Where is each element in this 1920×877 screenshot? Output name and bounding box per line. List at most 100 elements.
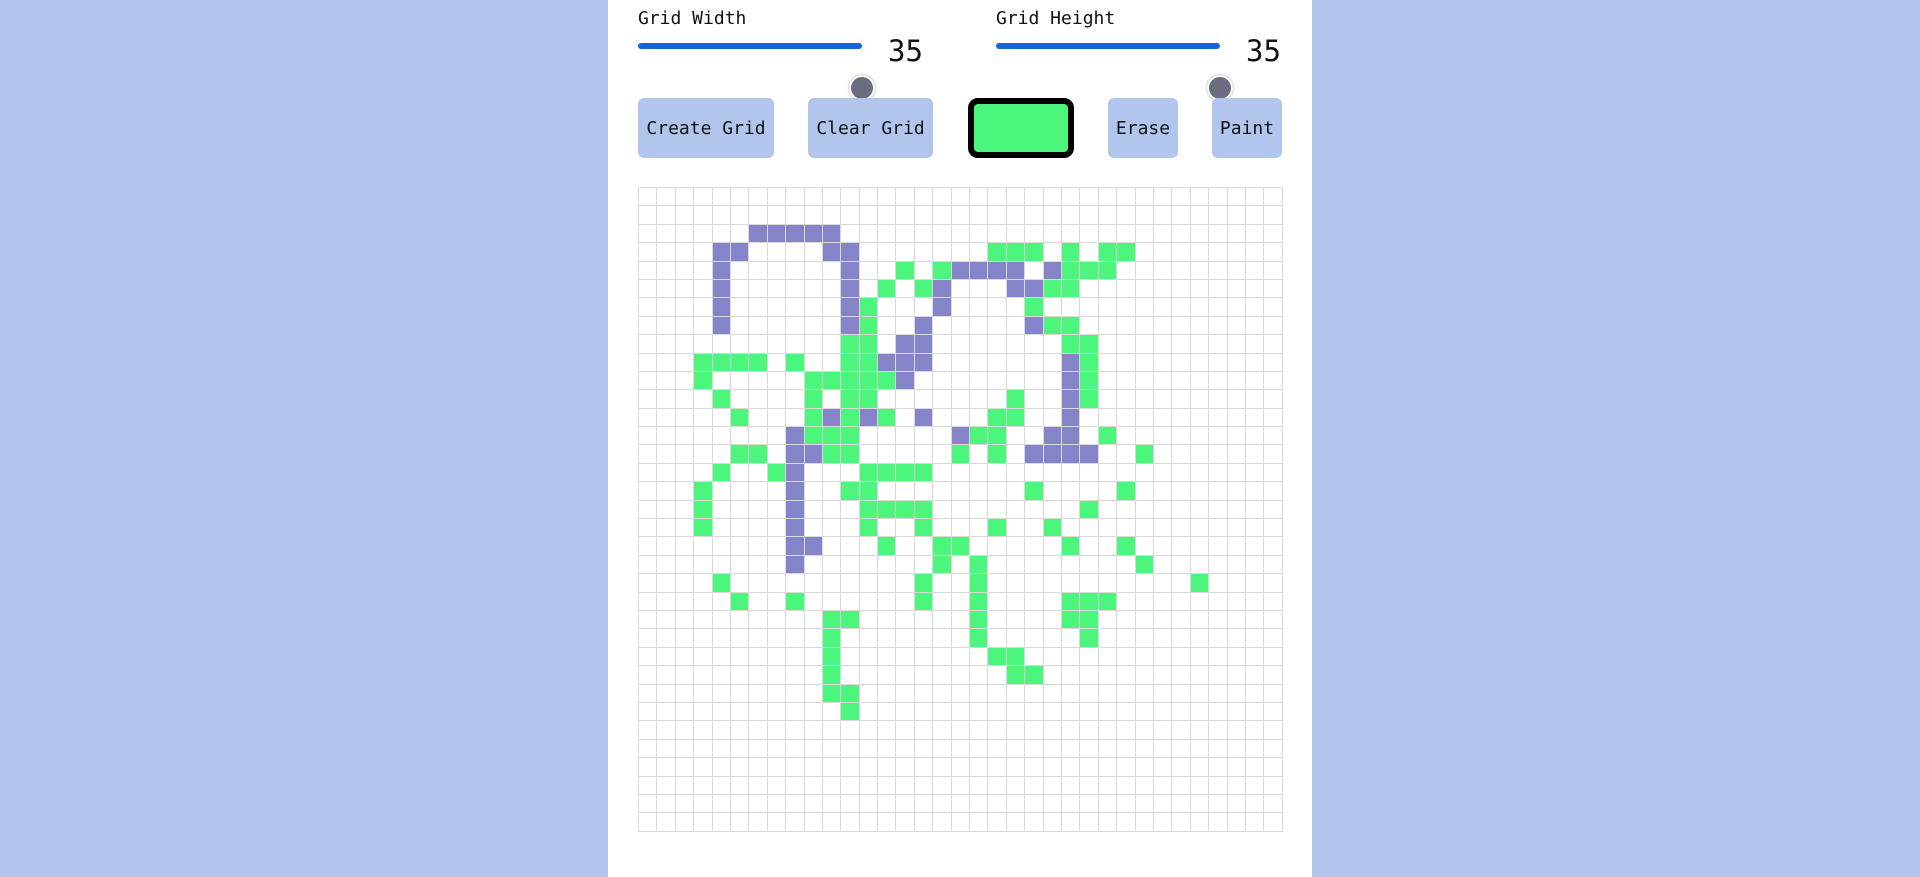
grid-cell[interactable] bbox=[859, 739, 879, 759]
grid-cell[interactable] bbox=[1227, 445, 1246, 464]
grid-cell[interactable] bbox=[1264, 427, 1283, 446]
grid-cell[interactable] bbox=[822, 335, 842, 354]
grid-cell[interactable] bbox=[933, 592, 952, 611]
grid-cell[interactable] bbox=[657, 427, 676, 446]
grid-cell[interactable] bbox=[970, 206, 989, 225]
grid-cell[interactable] bbox=[841, 261, 860, 280]
grid-cell[interactable] bbox=[1043, 408, 1062, 428]
grid-cell[interactable] bbox=[1135, 353, 1154, 372]
grid-cell[interactable] bbox=[730, 739, 750, 759]
grid-cell[interactable] bbox=[1006, 427, 1026, 446]
grid-cell[interactable] bbox=[767, 188, 787, 207]
grid-cell[interactable] bbox=[1098, 776, 1118, 795]
grid-cell[interactable] bbox=[988, 684, 1007, 703]
grid-cell[interactable] bbox=[1098, 427, 1118, 446]
grid-cell[interactable] bbox=[1080, 610, 1099, 630]
grid-cell[interactable] bbox=[1043, 188, 1062, 207]
grid-cell[interactable] bbox=[639, 721, 658, 740]
grid-cell[interactable] bbox=[859, 592, 879, 611]
grid-cell[interactable] bbox=[914, 445, 934, 464]
grid-cell[interactable] bbox=[914, 316, 934, 336]
grid-cell[interactable] bbox=[1153, 610, 1173, 630]
grid-cell[interactable] bbox=[749, 519, 768, 538]
grid-cell[interactable] bbox=[675, 647, 695, 667]
grid-cell[interactable] bbox=[1117, 684, 1136, 703]
grid-cell[interactable] bbox=[1080, 261, 1099, 280]
grid-cell[interactable] bbox=[933, 371, 952, 391]
grid-cell[interactable] bbox=[657, 261, 676, 280]
grid-cell[interactable] bbox=[730, 463, 750, 483]
grid-cell[interactable] bbox=[841, 390, 860, 409]
grid-cell[interactable] bbox=[1117, 243, 1136, 262]
grid-cell[interactable] bbox=[1025, 371, 1044, 391]
grid-cell[interactable] bbox=[896, 243, 915, 262]
grid-cell[interactable] bbox=[1006, 224, 1026, 244]
grid-cell[interactable] bbox=[767, 353, 787, 372]
grid-cell[interactable] bbox=[1227, 666, 1246, 685]
grid-cell[interactable] bbox=[1006, 610, 1026, 630]
grid-cell[interactable] bbox=[730, 279, 750, 299]
grid-cell[interactable] bbox=[749, 813, 768, 832]
grid-cell[interactable] bbox=[822, 758, 842, 777]
grid-cell[interactable] bbox=[712, 243, 731, 262]
grid-cell[interactable] bbox=[951, 758, 971, 777]
grid-cell[interactable] bbox=[1209, 188, 1228, 207]
grid-cell[interactable] bbox=[1172, 592, 1191, 611]
grid-cell[interactable] bbox=[1190, 776, 1210, 795]
grid-cell[interactable] bbox=[1153, 390, 1173, 409]
grid-cell[interactable] bbox=[841, 739, 860, 759]
grid-cell[interactable] bbox=[859, 390, 879, 409]
grid-cell[interactable] bbox=[694, 188, 713, 207]
grid-cell[interactable] bbox=[1190, 739, 1210, 759]
grid-cell[interactable] bbox=[933, 243, 952, 262]
grid-cell[interactable] bbox=[951, 813, 971, 832]
grid-cell[interactable] bbox=[1061, 721, 1081, 740]
grid-cell[interactable] bbox=[1245, 408, 1265, 428]
grid-cell[interactable] bbox=[1227, 316, 1246, 336]
grid-cell[interactable] bbox=[933, 574, 952, 593]
grid-cell[interactable] bbox=[933, 316, 952, 336]
grid-cell[interactable] bbox=[1209, 592, 1228, 611]
grid-cell[interactable] bbox=[1098, 794, 1118, 814]
grid-cell[interactable] bbox=[712, 629, 731, 648]
grid-cell[interactable] bbox=[841, 702, 860, 722]
grid-cell[interactable] bbox=[1025, 298, 1044, 317]
grid-cell[interactable] bbox=[1043, 427, 1062, 446]
grid-cell[interactable] bbox=[878, 500, 897, 520]
grid-cell[interactable] bbox=[804, 684, 823, 703]
grid-cell[interactable] bbox=[988, 408, 1007, 428]
grid-cell[interactable] bbox=[1153, 353, 1173, 372]
grid-cell[interactable] bbox=[804, 702, 823, 722]
grid-cell[interactable] bbox=[1006, 555, 1026, 575]
grid-cell[interactable] bbox=[896, 500, 915, 520]
grid-cell[interactable] bbox=[878, 463, 897, 483]
grid-cell[interactable] bbox=[822, 408, 842, 428]
grid-cell[interactable] bbox=[694, 702, 713, 722]
grid-cell[interactable] bbox=[1061, 408, 1081, 428]
grid-cell[interactable] bbox=[767, 482, 787, 501]
grid-cell[interactable] bbox=[1227, 555, 1246, 575]
grid-cell[interactable] bbox=[1172, 445, 1191, 464]
grid-cell[interactable] bbox=[1190, 482, 1210, 501]
grid-cell[interactable] bbox=[1153, 298, 1173, 317]
grid-cell[interactable] bbox=[1153, 813, 1173, 832]
grid-cell[interactable] bbox=[1025, 279, 1044, 299]
grid-cell[interactable] bbox=[1209, 666, 1228, 685]
grid-cell[interactable] bbox=[657, 353, 676, 372]
grid-cell[interactable] bbox=[1080, 353, 1099, 372]
grid-cell[interactable] bbox=[1245, 813, 1265, 832]
grid-cell[interactable] bbox=[1098, 279, 1118, 299]
grid-cell[interactable] bbox=[988, 794, 1007, 814]
grid-cell[interactable] bbox=[822, 684, 842, 703]
grid-cell[interactable] bbox=[767, 758, 787, 777]
grid-cell[interactable] bbox=[1209, 390, 1228, 409]
grid-cell[interactable] bbox=[786, 298, 805, 317]
grid-cell[interactable] bbox=[786, 316, 805, 336]
grid-cell[interactable] bbox=[1172, 666, 1191, 685]
grid-cell[interactable] bbox=[1025, 702, 1044, 722]
grid-cell[interactable] bbox=[1264, 316, 1283, 336]
grid-cell[interactable] bbox=[1061, 427, 1081, 446]
grid-cell[interactable] bbox=[1153, 794, 1173, 814]
grid-cell[interactable] bbox=[1209, 463, 1228, 483]
grid-cell[interactable] bbox=[914, 279, 934, 299]
